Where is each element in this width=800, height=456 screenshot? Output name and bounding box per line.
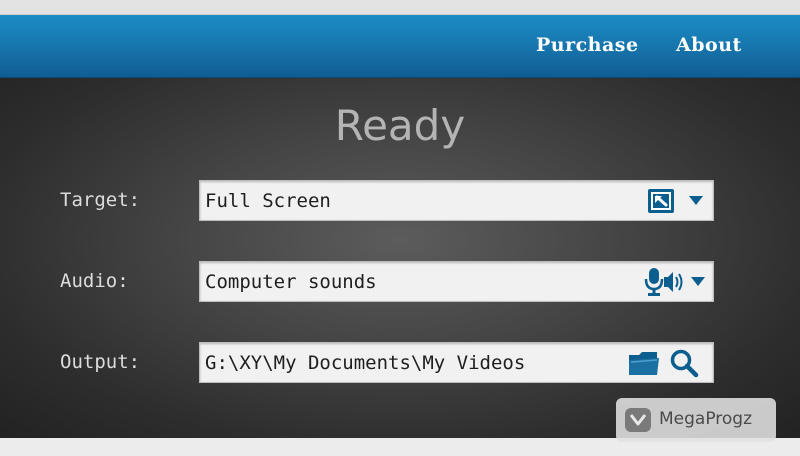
select-region-icon[interactable] [647, 188, 675, 214]
audio-field[interactable]: Computer sounds [199, 261, 714, 302]
about-link[interactable]: About [676, 34, 742, 58]
watermark-badge: MegaProgz [616, 398, 776, 442]
purchase-link[interactable]: Purchase [536, 34, 639, 58]
header-bar: Purchase About [0, 15, 800, 78]
target-label: Target: [60, 189, 141, 211]
output-field[interactable]: G:\XY\My Documents\My Videos [199, 342, 714, 383]
audio-label: Audio: [60, 270, 129, 292]
output-label: Output: [60, 351, 141, 373]
target-value: Full Screen [205, 190, 331, 212]
folder-icon[interactable] [627, 349, 661, 377]
window-top-strip [0, 0, 800, 15]
megaprogz-logo-icon [625, 408, 651, 432]
audio-value: Computer sounds [205, 271, 377, 293]
output-value: G:\XY\My Documents\My Videos [205, 352, 526, 374]
target-field[interactable]: Full Screen [199, 180, 714, 221]
status-title: Ready [334, 101, 466, 150]
watermark-text: MegaProgz [659, 409, 753, 429]
target-dropdown-arrow-icon[interactable] [688, 195, 704, 206]
audio-dropdown-arrow-icon[interactable] [690, 276, 706, 287]
search-icon[interactable] [669, 348, 699, 378]
microphone-speaker-icon[interactable] [644, 267, 688, 297]
